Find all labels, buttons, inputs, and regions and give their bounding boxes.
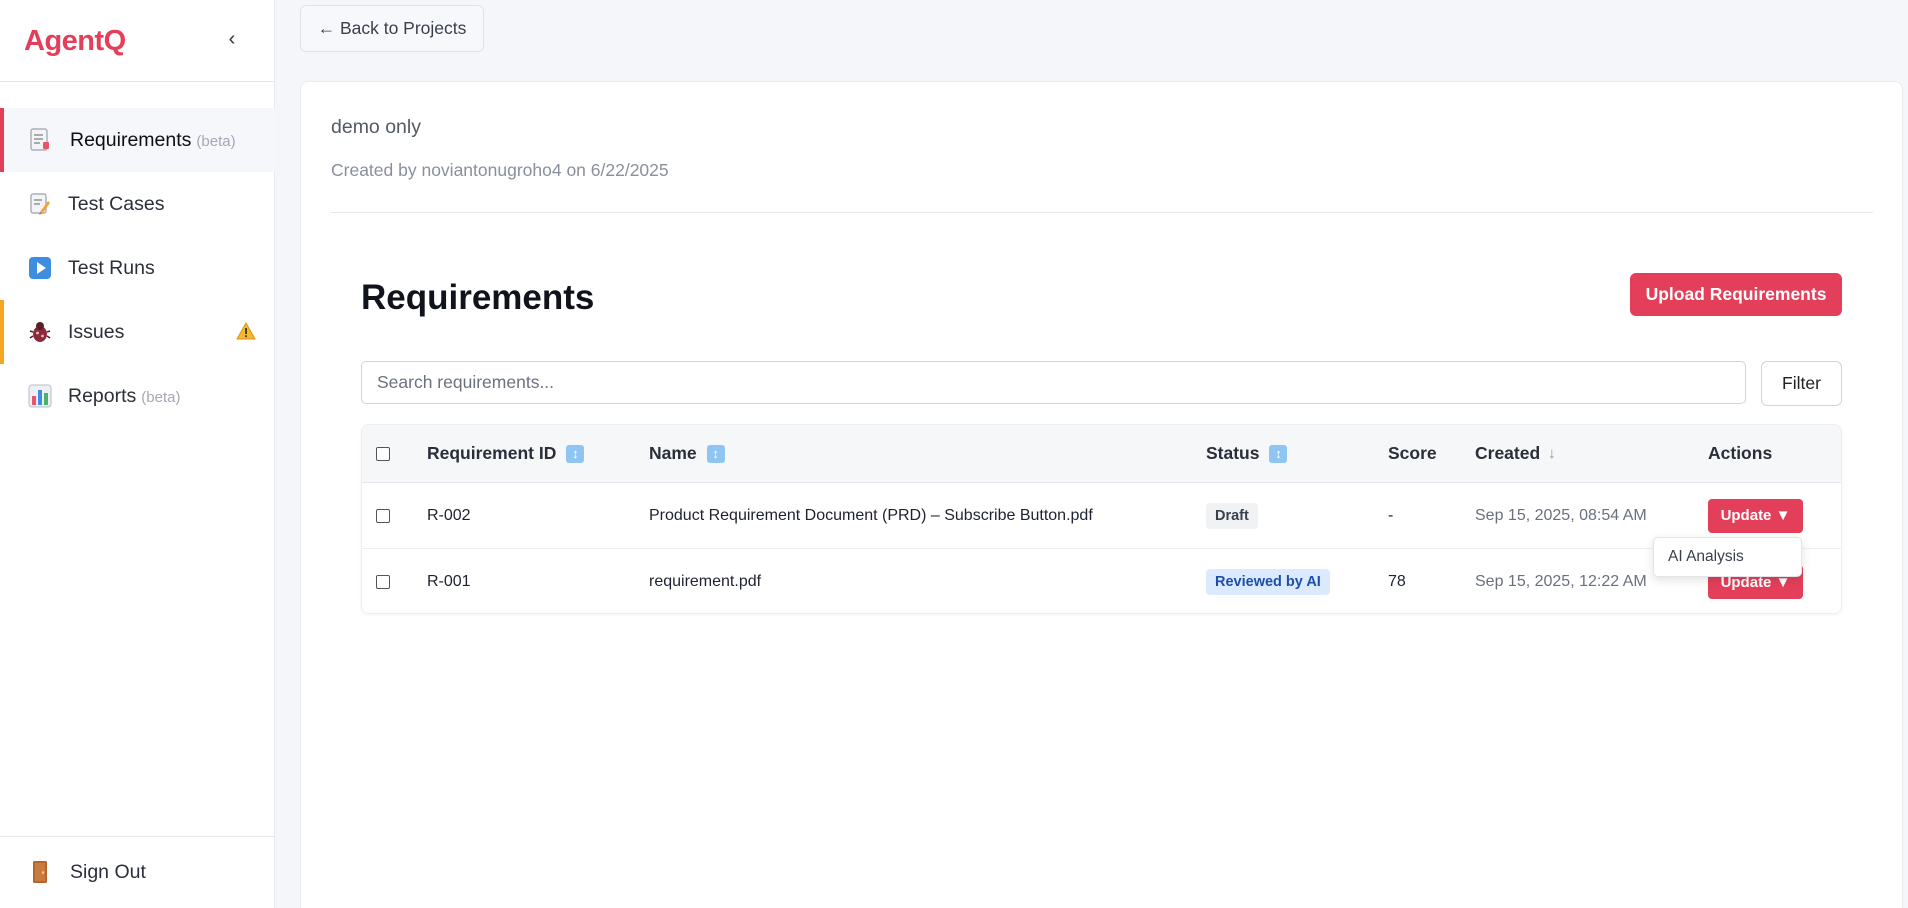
sidebar-item-requirements[interactable]: Requirements (beta) bbox=[0, 108, 275, 172]
beta-tag: (beta) bbox=[196, 132, 236, 150]
table-row: R-001 requirement.pdf Reviewed by AI 78 … bbox=[362, 549, 1841, 613]
test-cases-pencil-icon bbox=[28, 192, 52, 216]
warning-icon bbox=[236, 321, 256, 345]
sidebar-item-label: Test Runs bbox=[68, 256, 155, 279]
collapse-sidebar-icon[interactable]: ‹ bbox=[222, 28, 242, 54]
table-header: Requirement ID Name Status Score Created… bbox=[362, 425, 1841, 483]
status-badge: Reviewed by AI bbox=[1206, 569, 1330, 595]
requirement-name[interactable]: requirement.pdf bbox=[649, 549, 761, 613]
search-input[interactable] bbox=[361, 361, 1746, 404]
sidebar-item-label: Issues bbox=[68, 320, 125, 343]
sign-out-button[interactable]: Sign Out bbox=[0, 840, 275, 904]
column-name[interactable]: Name bbox=[649, 425, 725, 482]
column-score: Score bbox=[1388, 443, 1437, 463]
sidebar-item-label: Test Cases bbox=[68, 192, 165, 215]
dropdown-item-ai-analysis[interactable]: AI Analysis bbox=[1653, 537, 1802, 577]
score-value: - bbox=[1388, 506, 1394, 524]
sort-icon[interactable] bbox=[1269, 444, 1288, 463]
row-checkbox[interactable] bbox=[376, 575, 390, 589]
table-row: R-002 Product Requirement Document (PRD)… bbox=[362, 483, 1841, 549]
door-icon bbox=[28, 860, 52, 884]
requirements-doc-icon bbox=[28, 128, 52, 152]
sidebar: AgentQ ‹ Requirements (beta) Test Cases T… bbox=[0, 0, 275, 908]
divider bbox=[331, 212, 1873, 213]
indicator bbox=[0, 236, 4, 300]
column-requirement-id[interactable]: Requirement ID bbox=[427, 425, 585, 482]
column-actions: Actions bbox=[1708, 443, 1773, 463]
warning-indicator bbox=[0, 300, 4, 364]
page-title: Requirements bbox=[361, 278, 595, 317]
play-icon bbox=[28, 256, 52, 280]
sidebar-item-issues[interactable]: Issues bbox=[0, 300, 275, 364]
sort-icon[interactable] bbox=[706, 444, 725, 463]
brand-header: AgentQ ‹ bbox=[0, 0, 274, 82]
requirement-id: R-001 bbox=[427, 573, 471, 590]
select-all-checkbox[interactable] bbox=[376, 446, 390, 461]
status-badge: Draft bbox=[1206, 502, 1258, 529]
sidebar-item-reports[interactable]: Reports (beta) bbox=[0, 364, 275, 428]
app-logo[interactable]: AgentQ bbox=[24, 25, 126, 58]
column-status[interactable]: Status bbox=[1206, 425, 1288, 482]
sidebar-footer: Sign Out bbox=[0, 836, 275, 908]
sign-out-label: Sign Out bbox=[70, 860, 146, 883]
created-date: Sep 15, 2025, 08:54 AM bbox=[1475, 506, 1647, 524]
back-to-projects-button[interactable]: ← Back to Projects bbox=[300, 5, 484, 52]
bar-chart-icon bbox=[28, 384, 52, 408]
project-card: demo only Created by noviantonugroho4 on… bbox=[300, 81, 1903, 908]
column-created[interactable]: Created ↓ bbox=[1475, 425, 1556, 482]
sidebar-item-label: Requirements (beta) bbox=[70, 128, 236, 151]
requirements-table: Requirement ID Name Status Score Created… bbox=[361, 424, 1842, 614]
bug-icon bbox=[28, 320, 52, 344]
indicator bbox=[0, 364, 4, 428]
filter-button[interactable]: Filter bbox=[1761, 361, 1842, 406]
sort-descending-icon[interactable]: ↓ bbox=[1548, 445, 1556, 462]
update-dropdown-button[interactable]: Update ▼ bbox=[1708, 498, 1803, 533]
upload-requirements-button[interactable]: Upload Requirements bbox=[1630, 273, 1842, 316]
sidebar-item-test-runs[interactable]: Test Runs bbox=[0, 236, 275, 300]
project-name: demo only bbox=[331, 116, 421, 138]
sidebar-item-test-cases[interactable]: Test Cases bbox=[0, 172, 275, 236]
created-date: Sep 15, 2025, 12:22 AM bbox=[1475, 573, 1647, 590]
score-value: 78 bbox=[1388, 573, 1406, 590]
active-indicator bbox=[0, 108, 4, 172]
requirement-id: R-002 bbox=[427, 506, 471, 524]
beta-tag: (beta) bbox=[141, 388, 181, 406]
indicator bbox=[0, 172, 4, 236]
sidebar-item-label: Reports (beta) bbox=[68, 384, 181, 407]
row-checkbox[interactable] bbox=[376, 508, 390, 523]
project-meta: Created by noviantonugroho4 on 6/22/2025 bbox=[331, 160, 669, 180]
sort-icon[interactable] bbox=[566, 444, 585, 463]
requirement-name[interactable]: Product Requirement Document (PRD) – Sub… bbox=[649, 483, 1093, 548]
